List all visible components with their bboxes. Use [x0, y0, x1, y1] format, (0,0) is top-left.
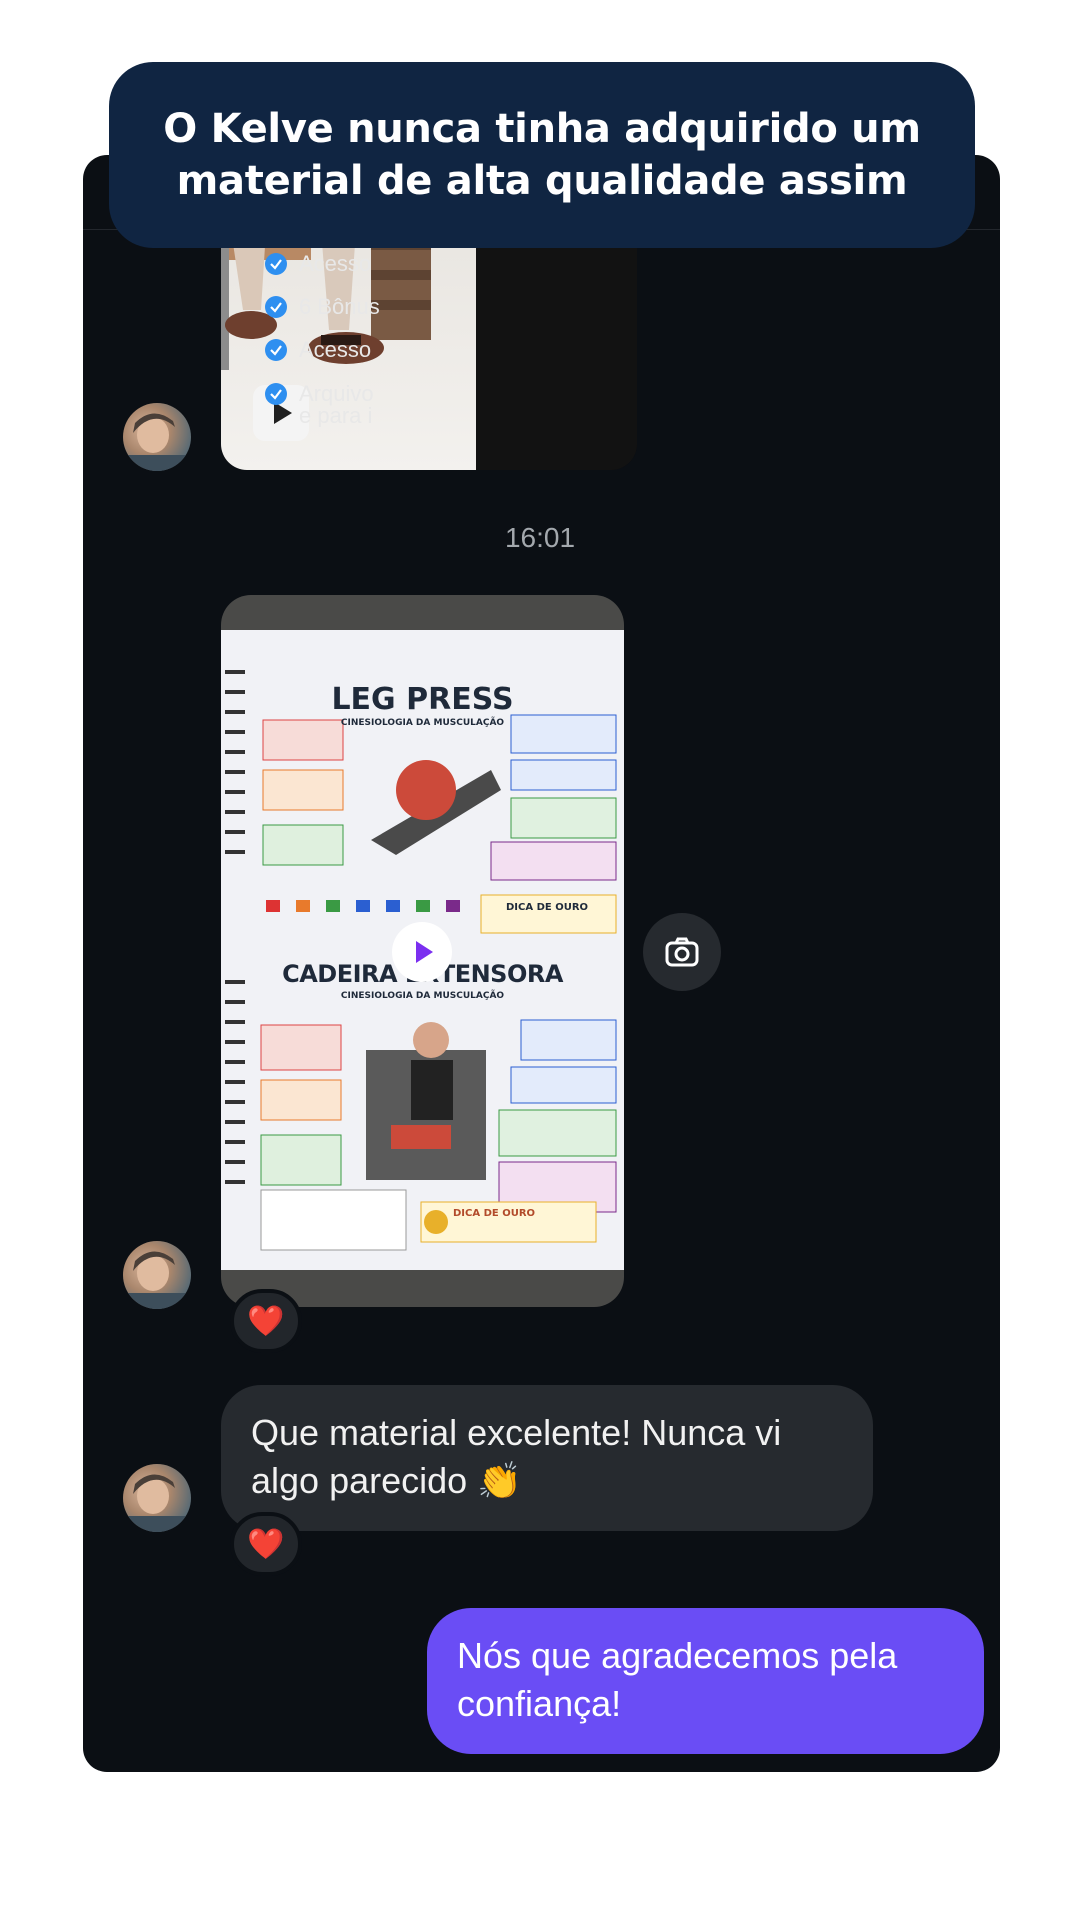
checklist-item: Acesso — [265, 253, 371, 275]
sheet1-tip: DICA DE OURO — [506, 902, 589, 913]
checklist-item: Arquivo e para i — [265, 383, 379, 427]
play-icon[interactable] — [392, 922, 452, 982]
check-icon — [265, 383, 287, 405]
incoming-message-bubble[interactable]: Que material excelente! Nunca vi algo pa… — [221, 1385, 873, 1531]
checklist-item: 6 Bônus — [265, 296, 380, 318]
avatar[interactable] — [123, 403, 191, 471]
camera-icon[interactable] — [643, 913, 721, 991]
avatar[interactable] — [123, 1241, 191, 1309]
avatar[interactable] — [123, 1464, 191, 1532]
checklist-label: Arquivo — [299, 383, 374, 406]
heart-reaction-icon[interactable]: ❤️ — [230, 1512, 302, 1576]
check-icon — [265, 253, 287, 275]
checklist-label-wrap: Arquivo e para i — [299, 383, 379, 427]
check-icon — [265, 339, 287, 361]
sheet2-tip: DICA DE OURO — [453, 1208, 536, 1219]
checklist-item: Acesso — [265, 339, 371, 361]
checklist-label: 6 Bônus — [299, 294, 380, 319]
sheet2-subtitle: CINESIOLOGIA DA MUSCULAÇÃO — [340, 991, 505, 1001]
headline-banner: O Kelve nunca tinha adquirido um materia… — [109, 62, 975, 248]
checklist-label: e para i — [299, 403, 373, 427]
sheet1-title: LEG PRESS — [331, 682, 514, 717]
heart-reaction-icon[interactable]: ❤️ — [230, 1289, 302, 1353]
checklist-label: Acesso — [299, 337, 372, 362]
outgoing-message-bubble[interactable]: Nós que agradecemos pela confiança! — [427, 1608, 984, 1754]
timestamp: 16:01 — [504, 522, 576, 553]
check-icon — [265, 296, 287, 318]
incoming-message-text: Que material excelente! Nunca vi algo pa… — [251, 1412, 782, 1501]
headline-text: O Kelve nunca tinha adquirido um materia… — [163, 106, 921, 204]
media1-feature-list — [476, 230, 637, 470]
outgoing-message-text: Nós que agradecemos pela confiança! — [457, 1635, 898, 1724]
sheet1-subtitle: CINESIOLOGIA DA MUSCULAÇÃO — [340, 718, 505, 728]
checklist-label: Acesso — [299, 251, 372, 276]
